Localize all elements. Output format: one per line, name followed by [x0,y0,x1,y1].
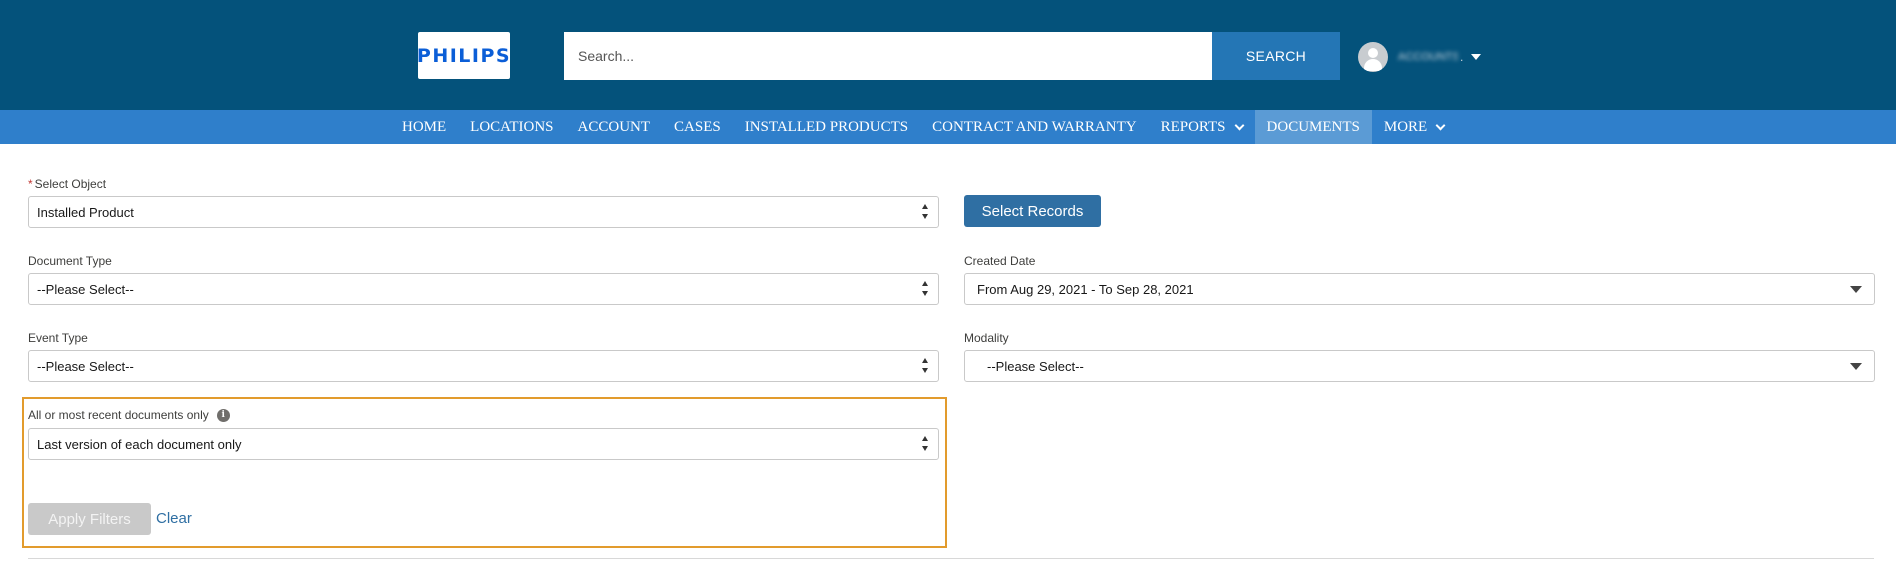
recent-documents-select[interactable]: Last version of each document only [28,428,939,460]
modality-select[interactable]: --Please Select-- [964,350,1875,382]
top-header: PHILIPS SEARCH ACCOUNTS . [0,0,1896,110]
nav-label: MORE [1383,118,1428,135]
select-object-select[interactable]: Installed Product [28,196,939,228]
select-object-value: Installed Product [37,204,134,220]
created-date-value: From Aug 29, 2021 - To Sep 28, 2021 [977,281,1194,297]
nav-label: LOCATIONS [470,118,554,135]
event-type-label: Event Type [28,331,88,345]
user-name-suffix: . [1460,50,1464,64]
nav-label: DOCUMENTS [1266,118,1360,135]
document-type-value: --Please Select-- [37,281,134,297]
required-mark: * [28,177,33,191]
nav-label: ACCOUNT [577,118,651,135]
info-icon[interactable]: i [216,409,230,423]
spinner-icon [922,357,930,375]
nav-label: INSTALLED PRODUCTS [744,118,909,135]
spinner-icon [922,435,930,453]
created-date-select[interactable]: From Aug 29, 2021 - To Sep 28, 2021 [964,273,1875,305]
nav-label: CASES [674,118,721,135]
philips-logo[interactable]: PHILIPS [416,32,512,79]
nav-label: HOME [402,118,447,135]
nav-item-locations[interactable]: LOCATIONS [458,110,565,144]
user-name: ACCOUNTS [1398,51,1458,63]
nav-label: CONTRACT AND WARRANTY [932,118,1137,135]
nav-item-home[interactable]: HOME [390,110,458,144]
user-menu[interactable]: ACCOUNTS . [1358,42,1482,72]
recent-documents-label-text: All or most recent documents only [28,408,209,422]
triangle-down-icon [1850,286,1862,293]
event-type-value: --Please Select-- [37,358,134,374]
nav-item-account[interactable]: ACCOUNT [566,110,663,144]
nav-item-documents[interactable]: DOCUMENTS [1254,110,1372,144]
search-button[interactable]: SEARCH [1212,32,1340,80]
select-object-label: * Select Object [28,177,106,191]
main-nav: HOME LOCATIONS ACCOUNT CASES INSTALLED P… [0,110,1896,144]
apply-filters-button[interactable]: Apply Filters [28,503,151,535]
document-type-select[interactable]: --Please Select-- [28,273,939,305]
caret-down-icon[interactable] [1471,54,1482,60]
nav-item-cases[interactable]: CASES [662,110,733,144]
divider [28,558,1874,559]
spinner-icon [922,203,930,221]
created-date-label: Created Date [964,254,1036,268]
modality-value: --Please Select-- [987,358,1084,374]
nav-label: REPORTS [1160,118,1226,135]
recent-documents-value: Last version of each document only [37,436,242,452]
nav-item-more[interactable]: MORE [1372,110,1456,144]
logo-text: PHILIPS [416,44,512,67]
avatar-icon [1358,42,1388,72]
select-records-button[interactable]: Select Records [964,195,1101,227]
nav-item-reports[interactable]: REPORTS [1149,110,1255,144]
spinner-icon [922,280,930,298]
search-input[interactable] [564,32,1212,80]
chevron-down-icon [1234,120,1244,130]
clear-link[interactable]: Clear [156,510,192,527]
nav-item-contract-and-warranty[interactable]: CONTRACT AND WARRANTY [920,110,1148,144]
nav-item-installed-products[interactable]: INSTALLED PRODUCTS [733,110,920,144]
recent-documents-label: All or most recent documents only i [28,408,230,423]
triangle-down-icon [1850,363,1862,370]
chevron-down-icon [1435,120,1446,130]
event-type-select[interactable]: --Please Select-- [28,350,939,382]
select-object-label-text: Select Object [34,177,107,191]
modality-label: Modality [964,331,1009,345]
document-type-label: Document Type [28,254,112,268]
